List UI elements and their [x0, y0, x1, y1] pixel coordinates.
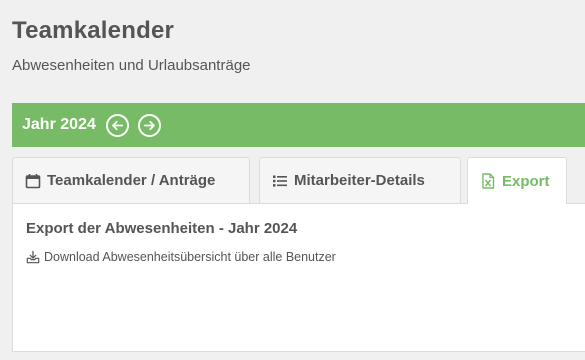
tab-mitarbeiter-details[interactable]: Mitarbeiter-Details [259, 157, 461, 203]
tab-label: Mitarbeiter-Details [294, 172, 425, 189]
tab-teamkalender-antraege[interactable]: Teamkalender / Anträge [12, 157, 250, 203]
tab-export[interactable]: Export [467, 157, 567, 204]
list-icon [273, 175, 287, 187]
download-icon [26, 250, 40, 264]
download-overview-link[interactable]: Download Abwesenheitsübersicht über alle… [26, 250, 336, 264]
page-subtitle: Abwesenheiten und Urlaubsanträge [12, 57, 251, 74]
export-panel-title: Export der Abwesenheiten - Jahr 2024 [26, 220, 298, 237]
calendar-icon [25, 173, 41, 188]
arrow-left-circle-icon [111, 120, 124, 130]
excel-file-icon [482, 173, 495, 189]
download-label: Download Abwesenheitsübersicht über alle… [44, 250, 336, 264]
year-navigation-bar: Jahr 2024 [12, 103, 585, 147]
tab-label: Teamkalender / Anträge [47, 172, 216, 189]
tab-label: Export [502, 172, 550, 190]
page-title: Teamkalender [12, 17, 175, 44]
export-panel: Export der Abwesenheiten - Jahr 2024 Dow… [12, 203, 585, 352]
previous-year-button[interactable] [105, 113, 129, 137]
year-label: Jahr 2024 [22, 116, 96, 133]
next-year-button[interactable] [137, 113, 161, 137]
arrow-right-circle-icon [143, 120, 155, 130]
page: Teamkalender Abwesenheiten und Urlaubsan… [0, 0, 585, 360]
